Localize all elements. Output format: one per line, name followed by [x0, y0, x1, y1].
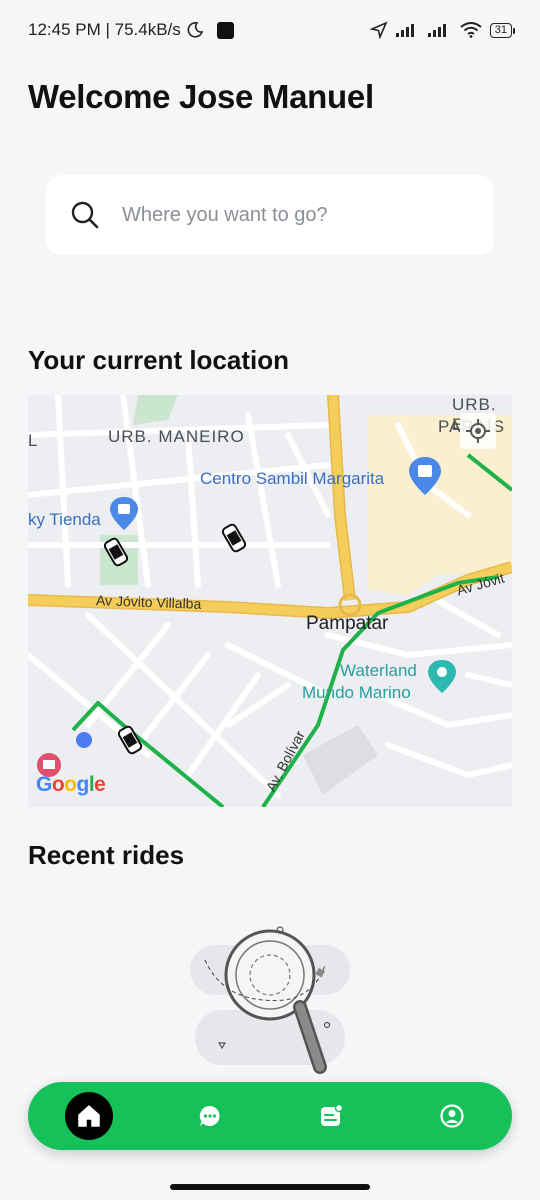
search-placeholder: Where you want to go?: [122, 203, 328, 226]
status-time: 12:45 PM | 75.4kB/s: [28, 20, 181, 39]
my-location-button[interactable]: [460, 413, 496, 449]
map-label-centro-sambil: Centro Sambil Margarita: [200, 469, 385, 488]
status-bar: 12:45 PM | 75.4kB/s 31: [0, 0, 540, 60]
signal-icon: [427, 24, 446, 37]
map-view[interactable]: URB. MANEIRO L URB. E PARAÍS Centro Samb…: [28, 395, 512, 807]
map-label-tienda: ky Tienda: [28, 510, 101, 529]
map-label-l: L: [28, 431, 39, 450]
search-input[interactable]: Where you want to go?: [46, 175, 494, 255]
search-icon: [71, 201, 99, 229]
empty-search-illustration: [190, 926, 350, 1074]
nav-rides[interactable]: [307, 1092, 355, 1140]
status-left: 12:45 PM | 75.4kB/s: [28, 20, 234, 40]
home-indicator: [170, 1184, 370, 1190]
status-right: 31: [369, 21, 516, 39]
section-title-recent-rides: Recent rides: [28, 840, 185, 870]
wifi-icon: [460, 22, 482, 38]
section-title-current-location: Your current location: [28, 345, 289, 375]
home-icon: [77, 1105, 100, 1127]
signal-icon: [395, 24, 414, 37]
bottom-nav: [28, 1082, 512, 1150]
notification-icon: [216, 21, 234, 39]
profile-icon: [439, 1104, 464, 1128]
moon-icon: [187, 22, 203, 38]
location-arrow-icon: [369, 21, 388, 39]
nav-profile[interactable]: [428, 1092, 476, 1140]
crosshair-icon: [466, 419, 490, 443]
battery-indicator: 31: [489, 22, 516, 38]
map-label-pampatar: Pampatar: [306, 613, 389, 634]
page-title: Welcome Jose Manuel: [28, 78, 374, 115]
nav-chat[interactable]: [186, 1092, 234, 1140]
chat-icon: [199, 1105, 220, 1126]
map-label-waterland: Waterland: [340, 661, 417, 680]
map-label-urb-maneiro: URB. MANEIRO: [108, 427, 245, 446]
map-label-mundo-marino: Mundo Marino: [302, 683, 411, 702]
nav-home[interactable]: [64, 1092, 113, 1140]
receipt-icon: [320, 1103, 343, 1126]
google-logo: Google: [36, 773, 106, 796]
